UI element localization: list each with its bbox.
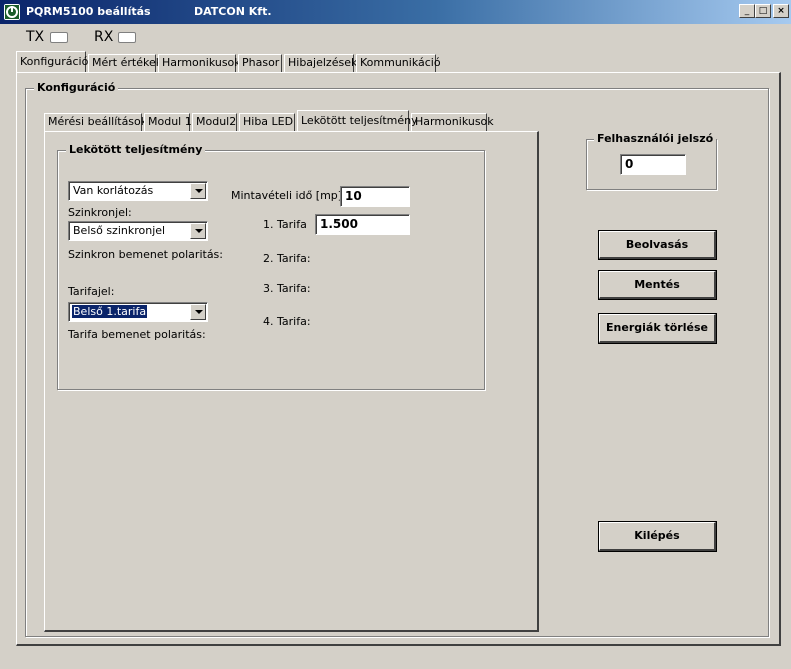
rx-label: RX <box>94 29 114 45</box>
tariff1-input[interactable]: 1.500 <box>315 214 410 235</box>
subtab-lekotott-teljesitmeny[interactable]: Lekötött teljesítmény <box>297 110 418 131</box>
subtab-hiba-led[interactable]: Hiba LED <box>239 113 295 131</box>
tariff4-label: 4. Tarifa: <box>263 315 311 328</box>
tx-label: TX <box>26 29 45 45</box>
password-input[interactable]: 0 <box>620 154 686 175</box>
tariff1-label: 1. Tarifa <box>263 218 307 231</box>
power-group-title: Lekötött teljesítmény <box>66 143 206 156</box>
tab-mert-ertekek[interactable]: Mért értékek <box>88 54 162 72</box>
company-name: DATCON Kft. <box>194 5 272 18</box>
subtab-harmonikusok[interactable]: Harmonikusok <box>411 113 494 131</box>
title-bar: PQRM5100 beállítás DATCON Kft. _ □ × <box>0 0 791 24</box>
sync-label: Szinkronjel: <box>68 206 132 219</box>
limit-select-value: Van korlátozás <box>73 184 154 197</box>
tab-harmonikusok[interactable]: Harmonikusok <box>158 54 241 72</box>
maximize-button[interactable]: □ <box>755 4 771 18</box>
subtab-modul1[interactable]: Modul 1 <box>144 113 192 131</box>
tariff-select[interactable]: Belső 1.tarifa <box>68 302 208 322</box>
chevron-down-icon[interactable] <box>190 223 206 239</box>
tariff3-label: 3. Tarifa: <box>263 282 311 295</box>
limit-select[interactable]: Van korlátozás <box>68 181 208 201</box>
tab-kommunikacio[interactable]: Kommunikáció <box>356 54 441 72</box>
subtab-modul2[interactable]: Modul2 <box>192 113 237 131</box>
config-group-title: Konfiguráció <box>34 81 119 94</box>
sampling-time-input[interactable]: 10 <box>340 186 410 207</box>
chevron-down-icon[interactable] <box>190 183 206 199</box>
tab-phasor[interactable]: Phasor <box>238 54 282 72</box>
save-button[interactable]: Mentés <box>598 270 717 300</box>
chevron-down-icon[interactable] <box>190 304 206 320</box>
window-title: PQRM5100 beállítás <box>26 5 151 18</box>
app-icon[interactable] <box>4 4 20 20</box>
tariff2-label: 2. Tarifa: <box>263 252 311 265</box>
subtab-meresi-beallitasok[interactable]: Mérési beállítások <box>44 113 147 131</box>
minimize-icon: _ <box>744 6 750 16</box>
read-button[interactable]: Beolvasás <box>598 230 717 260</box>
tab-konfiguracio[interactable]: Konfiguráció <box>16 51 88 72</box>
maximize-icon: □ <box>758 6 768 16</box>
rx-indicator <box>118 32 136 43</box>
sync-select[interactable]: Belső szinkronjel <box>68 221 208 241</box>
sub-tab-strip: Mérési beállítások Modul 1 Modul2 Hiba L… <box>44 110 504 133</box>
tariff-select-value: Belső 1.tarifa <box>70 304 149 319</box>
minimize-button[interactable]: _ <box>739 4 755 18</box>
password-group-title: Felhasználói jelszó <box>594 132 717 145</box>
close-icon: × <box>777 6 785 16</box>
tx-indicator <box>50 32 68 43</box>
main-tab-strip: Konfiguráció Mért értékek Harmonikusok P… <box>16 51 776 74</box>
sync-polarity-label: Szinkron bemenet polaritás: <box>68 248 223 261</box>
sync-select-value: Belső szinkronjel <box>73 224 166 237</box>
tab-hibajelzesek[interactable]: Hibajelzések <box>284 54 357 72</box>
sampling-time-label: Mintavételi idő [mp]: <box>231 189 346 202</box>
tariff-polarity-label: Tarifa bemenet polaritás: <box>68 328 206 341</box>
close-button[interactable]: × <box>773 4 789 18</box>
tariff-signal-label: Tarifajel: <box>68 285 115 298</box>
exit-button[interactable]: Kilépés <box>598 521 717 552</box>
clear-energy-button[interactable]: Energiák törlése <box>598 313 717 344</box>
